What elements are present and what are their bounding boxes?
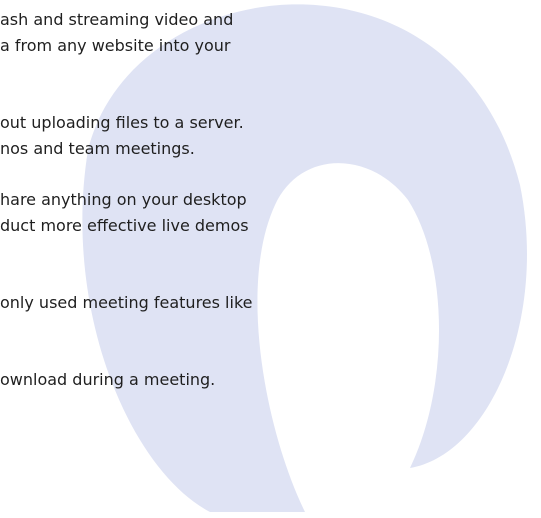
- text-line-8: ownload during a meeting.: [0, 370, 216, 389]
- text-line-3: out uploading files to a server.: [0, 113, 244, 132]
- text-line-5: hare anything on your desktop: [0, 190, 247, 209]
- text-line-6: duct more effective live demos: [0, 216, 249, 235]
- text-line-1: ash and streaming video and: [0, 10, 234, 29]
- text-line-7: only used meeting features like: [0, 293, 253, 312]
- text-line-4: nos and team meetings.: [0, 139, 195, 158]
- feature-list-text: ash and streaming video and a from any w…: [0, 0, 541, 518]
- text-line-2: a from any website into your: [0, 36, 231, 55]
